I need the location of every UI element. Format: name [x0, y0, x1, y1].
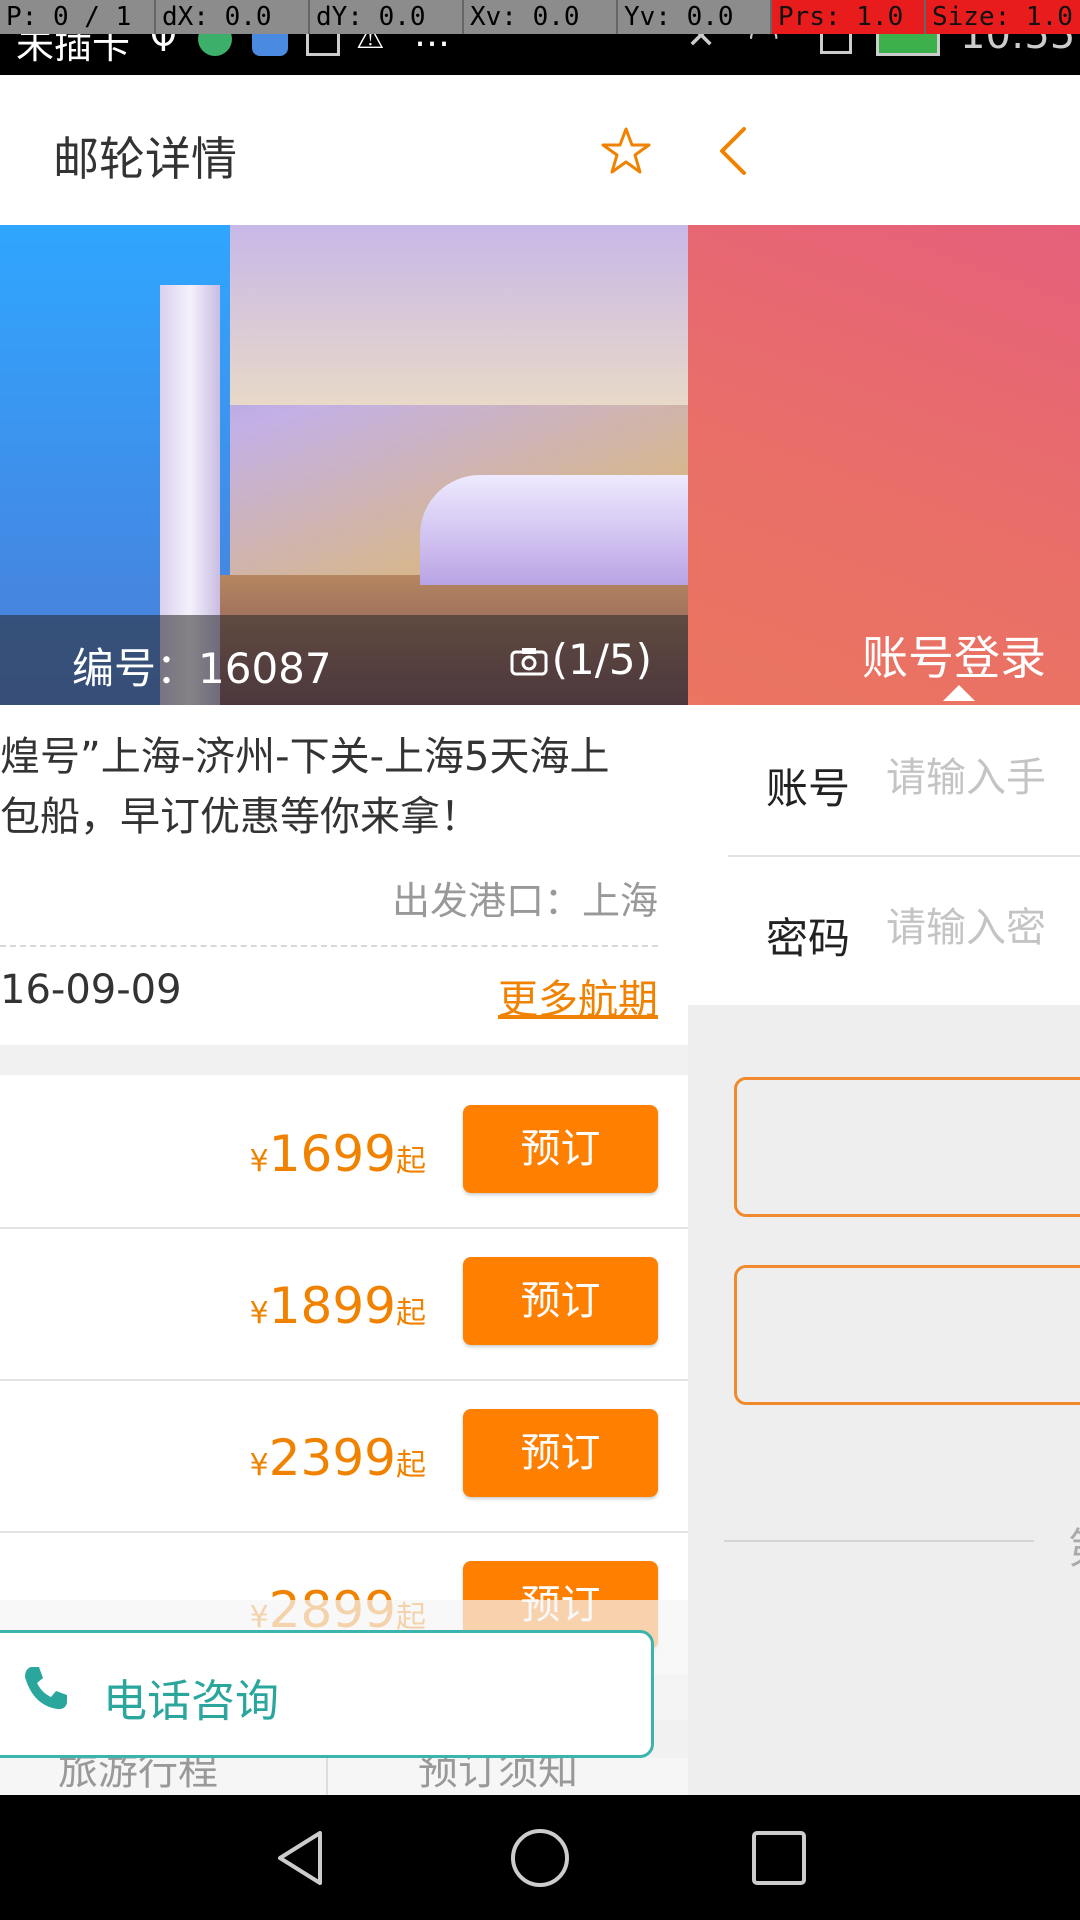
account-label: 账号 — [766, 764, 851, 813]
dashed-divider — [0, 945, 658, 947]
tab-itinerary[interactable]: 旅游行程 — [58, 1758, 218, 1795]
debug-yv: Yv: 0.0 — [616, 0, 770, 34]
price: ¥1699起 — [249, 1125, 426, 1183]
separator-text: 第 — [1068, 1515, 1080, 1576]
page-title: 邮轮详情 — [53, 132, 237, 186]
book-button[interactable]: 预订 — [463, 1257, 658, 1345]
detail-tabs: 旅游行程 预订须知 — [0, 1758, 688, 1795]
nav-recents-icon[interactable] — [746, 1825, 812, 1891]
login-form: 账号 密码 — [688, 705, 1080, 1005]
camera-icon — [510, 648, 548, 676]
price: ¥1899起 — [249, 1277, 426, 1335]
price: ¥2399起 — [249, 1429, 426, 1487]
nav-back-icon[interactable] — [268, 1825, 334, 1891]
hero-desk — [420, 475, 688, 585]
login-page: 账号登录 账号 密码 第 — [688, 75, 1080, 1795]
tab-indicator — [943, 685, 975, 701]
photo-count-text: (1/5) — [551, 635, 652, 684]
phone-consult-label: 电话咨询 — [103, 1676, 279, 1727]
account-row: 账号 — [728, 705, 1080, 855]
tab-account-login[interactable]: 账号登录 — [862, 622, 1046, 688]
password-label: 密码 — [766, 914, 851, 963]
debug-size: Size: 1.0 — [924, 0, 1080, 34]
password-row: 密码 — [728, 855, 1080, 1005]
separator-line — [724, 1540, 1034, 1542]
debug-dx: dX: 0.0 — [154, 0, 308, 34]
price-row: ¥1699起 预订 — [0, 1075, 688, 1229]
price-row: ¥2399起 预订 — [0, 1379, 688, 1533]
tab-booking-notes[interactable]: 预订须知 — [418, 1758, 578, 1795]
hero-ceiling — [150, 225, 688, 405]
detail-header: 邮轮详情 — [0, 75, 688, 225]
photo-counter: (1/5) — [510, 635, 652, 684]
route-title-line1: 煌号”上海-济州-下关-上海5天海上 — [0, 734, 610, 780]
more-dates-link[interactable]: 更多航期 — [498, 967, 658, 1025]
account-input[interactable] — [886, 755, 1080, 801]
departure-port: 出发港口：上海 — [391, 879, 658, 923]
price-list: ¥1699起 预订 ¥1899起 预订 ¥2399起 预订 ¥2899起 预订 — [0, 1075, 688, 1675]
cruise-photo[interactable]: 编号：16087 (1/5) — [0, 225, 688, 705]
password-input[interactable] — [886, 905, 1080, 951]
tab-divider — [326, 1758, 328, 1795]
back-icon[interactable] — [714, 125, 754, 177]
debug-p: P: 0 / 1 — [6, 2, 132, 32]
navigation-bar — [0, 1795, 1080, 1920]
debug-xv: Xv: 0.0 — [462, 0, 616, 34]
cruise-code: 编号：16087 — [72, 644, 332, 693]
price-row: ¥1899起 预订 — [0, 1227, 688, 1381]
pointer-debug-bar: P: 0 / 1 dX: 0.0 dY: 0.0 Xv: 0.0 Yv: 0.0… — [0, 0, 1080, 34]
route-title-line2: 包船，早订优惠等你来拿！ — [0, 794, 480, 840]
sailing-date: 16-09-09 — [0, 967, 182, 1013]
login-banner: 账号登录 — [688, 225, 1080, 705]
cruise-info: 煌号”上海-济州-下关-上海5天海上 包船，早订优惠等你来拿！ 出发港口：上海 … — [0, 705, 688, 1045]
register-button[interactable] — [734, 1265, 1080, 1405]
phone-consult-button[interactable]: 电话咨询 — [0, 1630, 654, 1758]
debug-dy: dY: 0.0 — [308, 0, 462, 34]
book-button[interactable]: 预订 — [463, 1105, 658, 1193]
login-header — [688, 75, 1080, 225]
login-button[interactable] — [734, 1077, 1080, 1217]
phone-icon — [25, 1667, 67, 1710]
route-title: 煌号”上海-济州-下关-上海5天海上 包船，早订优惠等你来拿！ — [0, 727, 660, 847]
photo-caption-bar: 编号：16087 (1/5) — [0, 615, 688, 705]
book-button[interactable]: 预订 — [463, 1409, 658, 1497]
favorite-star-icon[interactable] — [600, 125, 652, 177]
nav-home-icon[interactable] — [507, 1825, 573, 1891]
cruise-detail-page: 邮轮详情 编号：16087 (1/5) 煌号”上海-济州-下关-上海5天海上 包… — [0, 75, 688, 1795]
debug-prs: Prs: 1.0 — [770, 0, 924, 34]
